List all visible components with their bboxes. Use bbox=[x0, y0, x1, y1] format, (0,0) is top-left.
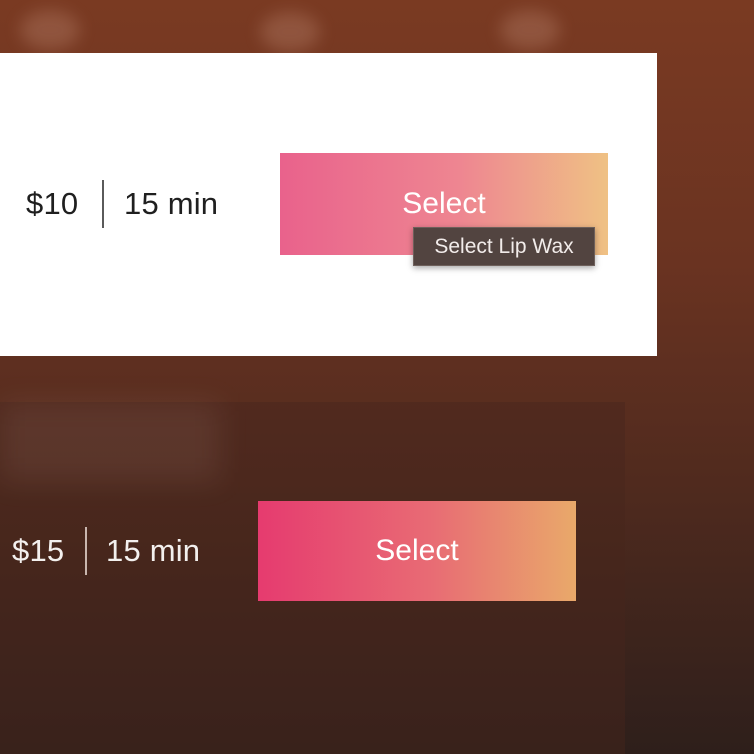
select-button-tooltip: Select Lip Wax bbox=[413, 227, 595, 266]
background-blur-spot bbox=[500, 10, 560, 50]
background-blur-spot bbox=[260, 12, 320, 52]
price-duration-divider bbox=[85, 527, 87, 575]
select-button[interactable]: Select bbox=[258, 501, 576, 601]
service-card: $15 15 min Select bbox=[0, 402, 625, 754]
service-duration: 15 min bbox=[106, 533, 201, 568]
service-card-lip-wax: $10 15 min Select bbox=[0, 53, 657, 356]
price-duration-divider bbox=[102, 180, 104, 228]
service-price: $10 bbox=[26, 186, 79, 221]
background-blur-spot bbox=[20, 10, 80, 50]
service-duration: 15 min bbox=[124, 186, 219, 221]
background-haze bbox=[0, 402, 220, 482]
service-price: $15 bbox=[12, 533, 65, 568]
